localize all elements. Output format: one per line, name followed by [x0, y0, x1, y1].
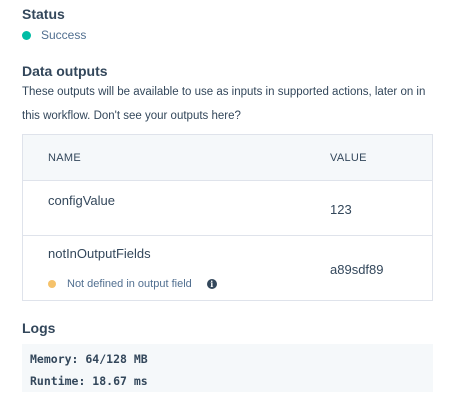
logs-heading: Logs: [22, 320, 56, 336]
warning-text: Not defined in output field: [67, 278, 192, 290]
log-line-runtime: Runtime: 18.67 ms: [30, 374, 148, 388]
logs-output: Memory: 64/128 MB Runtime: 18.67 ms: [22, 344, 433, 392]
output-value: a89sdf89: [330, 262, 384, 277]
data-outputs-description: These outputs will be available to use a…: [22, 86, 426, 122]
status-value: Success: [41, 28, 87, 42]
table-row: notInOutputFields Not defined in output …: [23, 236, 432, 300]
column-header-name: NAME: [48, 152, 81, 164]
column-header-value: VALUE: [330, 152, 367, 164]
table-row: configValue 123: [23, 181, 432, 236]
table-header: NAME VALUE: [23, 135, 432, 181]
output-name: configValue: [48, 193, 115, 208]
output-name: notInOutputFields: [48, 246, 151, 261]
output-warning: Not defined in output field i: [48, 277, 217, 291]
warning-dot: [48, 280, 56, 288]
status-indicator: Success: [22, 27, 86, 43]
status-success-dot: [22, 30, 31, 40]
output-value: 123: [330, 202, 352, 217]
info-icon[interactable]: i: [206, 279, 217, 289]
data-outputs-table: NAME VALUE configValue 123 notInOutputFi…: [22, 134, 433, 301]
data-outputs-heading: Data outputs: [22, 63, 108, 79]
log-line-memory: Memory: 64/128 MB: [30, 352, 148, 366]
status-heading: Status: [22, 6, 65, 22]
